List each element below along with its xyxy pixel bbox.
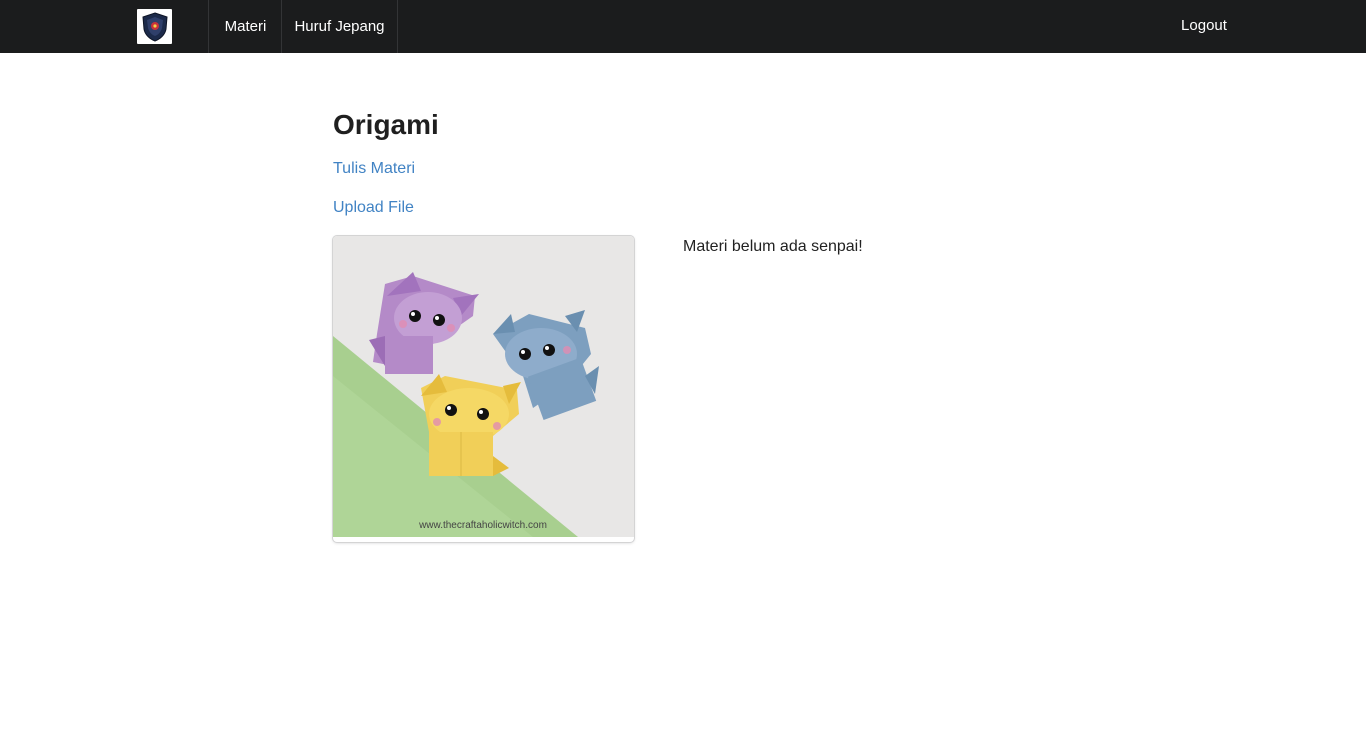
shield-logo-icon[interactable] [137,9,172,44]
origami-cats-image: www.thecraftaholicwitch.com [333,236,634,537]
page-title: Origami [333,109,439,140]
empty-materi-message: Materi belum ada senpai! [683,238,863,255]
nav-item-huruf-jepang[interactable]: Huruf Jepang [281,0,398,53]
nav-item-materi[interactable]: Materi [208,0,282,53]
nav-item-label: Materi [224,18,267,35]
nav-item-label: Huruf Jepang [294,18,385,35]
image-caption: www.thecraftaholicwitch.com [418,520,547,531]
tulis-materi-link[interactable]: Tulis Materi [333,160,415,178]
top-navbar: Materi Huruf Jepang Logout [0,0,1366,53]
logout-button[interactable]: Logout [1162,0,1246,50]
logout-label: Logout [1181,16,1227,34]
image-card: www.thecraftaholicwitch.com [333,236,634,542]
upload-file-link[interactable]: Upload File [333,199,414,217]
